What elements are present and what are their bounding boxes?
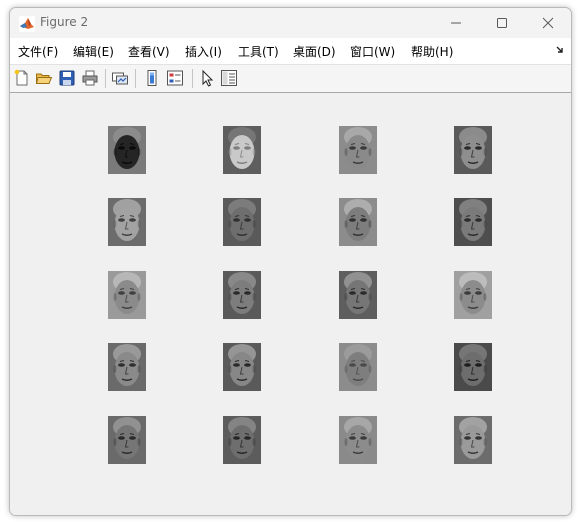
open-file-icon[interactable] (35, 69, 53, 87)
matlab-logo-icon (19, 16, 35, 32)
face-image (454, 198, 492, 246)
toolbar-separator (192, 69, 193, 88)
window-title: Figure 2 (40, 15, 89, 29)
print-icon[interactable] (81, 69, 99, 87)
face-image (339, 198, 377, 246)
face-image (223, 271, 261, 319)
menu-tools[interactable]: 工具(T) (238, 43, 279, 60)
colorbar-icon[interactable] (143, 69, 161, 87)
face-image (339, 343, 377, 391)
face-image (108, 271, 146, 319)
minimize-icon (451, 22, 461, 24)
face-image (223, 198, 261, 246)
menu-bar: 文件(F) 编辑(E) 查看(V) 插入(I) 工具(T) 桌面(D) 窗口(W… (10, 38, 571, 64)
link-plot-icon[interactable] (111, 69, 129, 87)
face-image (454, 416, 492, 464)
figure-toolbar (10, 64, 571, 93)
maximize-icon (497, 18, 507, 28)
legend-icon[interactable] (166, 69, 184, 87)
face-image (223, 416, 261, 464)
close-button[interactable] (525, 8, 571, 38)
face-image (223, 343, 261, 391)
title-bar[interactable]: Figure 2 (10, 8, 571, 38)
maximize-button[interactable] (479, 8, 525, 38)
figure-canvas[interactable] (10, 93, 571, 515)
minimize-button[interactable] (433, 8, 479, 38)
new-figure-icon[interactable] (13, 69, 31, 87)
close-icon (542, 17, 554, 29)
face-image (454, 126, 492, 174)
menu-insert[interactable]: 插入(I) (185, 43, 222, 60)
toolbar-separator (105, 69, 106, 88)
dock-arrow-icon[interactable] (555, 45, 565, 55)
menu-edit[interactable]: 编辑(E) (73, 43, 114, 60)
face-image (108, 416, 146, 464)
toolbar-separator (135, 69, 136, 88)
face-image (339, 416, 377, 464)
menu-help[interactable]: 帮助(H) (411, 43, 453, 60)
face-image (108, 198, 146, 246)
face-image (454, 343, 492, 391)
edit-plot-arrow-icon[interactable] (198, 69, 216, 87)
face-image (339, 271, 377, 319)
face-image (108, 126, 146, 174)
menu-window[interactable]: 窗口(W) (350, 43, 395, 60)
menu-file[interactable]: 文件(F) (18, 43, 58, 60)
face-image (223, 126, 261, 174)
menu-desktop[interactable]: 桌面(D) (293, 43, 336, 60)
property-inspector-icon[interactable] (220, 69, 238, 87)
menu-view[interactable]: 查看(V) (128, 43, 170, 60)
save-icon[interactable] (58, 69, 76, 87)
face-image (454, 271, 492, 319)
face-image (339, 126, 377, 174)
figure-window: Figure 2 文件(F) 编辑(E) 查看(V) 插入(I) 工具(T) 桌… (9, 7, 572, 516)
face-image (108, 343, 146, 391)
